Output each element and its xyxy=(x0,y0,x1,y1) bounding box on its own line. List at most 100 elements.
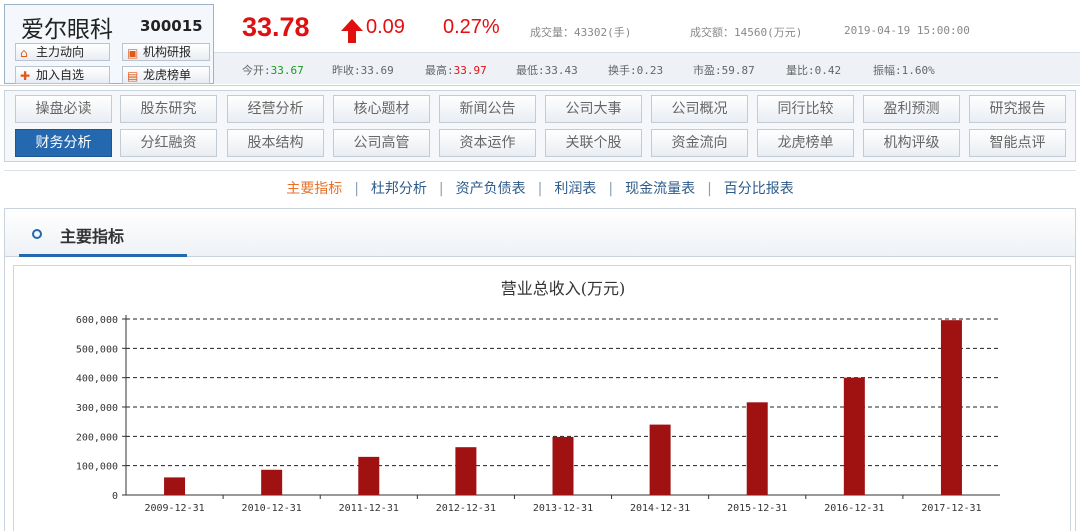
nav-tab-10-row1[interactable]: 研究报告 xyxy=(969,95,1066,123)
subtab-6[interactable]: 百分比报表 xyxy=(718,181,800,197)
nav-tab-5-row1[interactable]: 新闻公告 xyxy=(439,95,536,123)
stock-code: 300015 xyxy=(140,17,203,35)
circle-bullet-icon xyxy=(32,229,42,239)
bar-2017-12-31 xyxy=(940,320,962,495)
subtab-1[interactable]: 主要指标 xyxy=(280,181,348,197)
bar-2015-12-31 xyxy=(746,402,768,495)
finance-subtabs: 主要指标 | 杜邦分析 | 资产负债表 | 利润表 | 现金流量表 | 百分比报表 xyxy=(4,170,1076,206)
main-indicators-section: 主要指标 营业总收入(万元) 0 100,000 200,000 300,000 400,… xyxy=(4,208,1076,531)
add-watchlist-label: 加入自选 xyxy=(36,68,85,82)
nav-tab-3-row1[interactable]: 经营分析 xyxy=(227,95,324,123)
section-title-underline xyxy=(19,254,187,257)
bar-2010-12-31 xyxy=(261,469,283,495)
bar-2013-12-31 xyxy=(552,436,574,495)
revenue-bar-chart: 营业总收入(万元) 0 100,000 200,000 300,000 400,000 50… xyxy=(76,279,1000,514)
x-tick-label: 2012-12-31 xyxy=(436,503,496,514)
nav-tab-1-row1[interactable]: 操盘必读 xyxy=(15,95,112,123)
volume: 成交量：43302(手) xyxy=(530,26,632,39)
nav-tab-4-row2[interactable]: 公司高管 xyxy=(333,129,430,157)
nav-tab-9-row1[interactable]: 盈利预测 xyxy=(863,95,960,123)
nav-tab-8-row2[interactable]: 龙虎榜单 xyxy=(757,129,854,157)
x-tick-label: 2010-12-31 xyxy=(242,503,302,514)
nav-tab-6-row2[interactable]: 关联个股 xyxy=(545,129,642,157)
nav-tab-10-row2[interactable]: 智能点评 xyxy=(969,129,1066,157)
y-tick-label: 600,000 xyxy=(76,315,118,326)
x-tick-label: 2014-12-31 xyxy=(630,503,690,514)
bar-2011-12-31 xyxy=(358,456,380,495)
nav-tab-5-row2[interactable]: 资本运作 xyxy=(439,129,536,157)
x-tick-label: 2016-12-31 xyxy=(824,503,884,514)
turnover: 成交额：14560(万元) xyxy=(690,26,803,39)
revenue-chart: 营业总收入(万元) 0 100,000 200,000 300,000 400,000 50… xyxy=(13,265,1071,531)
dragon-tiger-button[interactable]: ▤ 龙虎榜单 xyxy=(122,66,210,84)
nav-tab-1-row2[interactable]: 财务分析 xyxy=(15,129,112,157)
nav-tab-9-row2[interactable]: 机构评级 xyxy=(863,129,960,157)
price-change: 0.09 xyxy=(366,16,405,38)
quote-datetime: 2019-04-19 15:00:00 xyxy=(844,24,970,37)
stock-header: 爱尔眼科 300015 ⌂ 主力动向 ▣ 机构研报 ✚ 加入自选 ▤ 龙虎榜单 … xyxy=(0,0,1080,86)
price-change-percent: 0.27% xyxy=(443,16,500,38)
subtab-separator: | xyxy=(707,181,712,197)
subtab-separator: | xyxy=(438,181,444,197)
open-value: 33.67 xyxy=(270,64,304,77)
y-tick-label: 0 xyxy=(112,491,118,502)
subtab-3[interactable]: 资产负债表 xyxy=(450,181,532,197)
briefcase-icon: ▣ xyxy=(127,46,139,60)
subtab-5[interactable]: 现金流量表 xyxy=(619,181,701,197)
nav-tab-3-row2[interactable]: 股本结构 xyxy=(227,129,324,157)
bar-2012-12-31 xyxy=(455,447,477,495)
main-force-button[interactable]: ⌂ 主力动向 xyxy=(15,43,110,61)
prev-close: 昨收:33.69 xyxy=(332,64,394,77)
list-icon: ▤ xyxy=(127,69,139,83)
high-price: 最高:33.97 xyxy=(425,62,487,78)
subtab-separator: | xyxy=(537,181,543,197)
nav-tab-7-row1[interactable]: 公司概况 xyxy=(651,95,748,123)
nav-tab-8-row1[interactable]: 同行比较 xyxy=(757,95,854,123)
institution-report-button[interactable]: ▣ 机构研报 xyxy=(122,43,210,61)
plus-icon: ✚ xyxy=(20,69,31,83)
main-force-label: 主力动向 xyxy=(36,45,85,59)
open-price: 今开:33.67 xyxy=(242,62,304,78)
amplitude: 振幅:1.60% xyxy=(873,64,935,77)
add-watchlist-button[interactable]: ✚ 加入自选 xyxy=(15,66,110,84)
subtab-4[interactable]: 利润表 xyxy=(548,181,602,197)
institution-report-label: 机构研报 xyxy=(143,45,192,59)
x-tick-label: 2011-12-31 xyxy=(339,503,399,514)
main-nav: 操盘必读 股东研究 经营分析 核心题材 新闻公告 公司大事 公司概况 同行比较 盈利预测 研究报告… xyxy=(4,90,1076,162)
house-icon: ⌂ xyxy=(20,46,28,60)
nav-tab-2-row1[interactable]: 股东研究 xyxy=(120,95,217,123)
bar-2014-12-31 xyxy=(649,424,671,495)
y-tick-label: 400,000 xyxy=(76,374,118,385)
y-tick-label: 200,000 xyxy=(76,432,118,443)
quote-row: 33.78 0.09 0.27% 成交量：43302(手) 成交额：14560(… xyxy=(214,4,1080,52)
x-tick-label: 2015-12-31 xyxy=(727,503,787,514)
nav-tab-2-row2[interactable]: 分红融资 xyxy=(120,129,217,157)
bar-2016-12-31 xyxy=(843,377,865,495)
section-header: 主要指标 xyxy=(5,209,1075,257)
quote-details: 今开:33.67 昨收:33.69 最高:33.97 最低:33.43 换手:0… xyxy=(214,52,1080,84)
pe-ratio: 市盈:59.87 xyxy=(693,64,755,77)
volume-ratio: 量比:0.42 xyxy=(786,64,842,77)
stock-identity-box: 爱尔眼科 300015 ⌂ 主力动向 ▣ 机构研报 ✚ 加入自选 ▤ 龙虎榜单 xyxy=(4,4,214,84)
y-tick-label: 100,000 xyxy=(76,462,118,473)
high-label: 最高: xyxy=(425,64,454,77)
dragon-tiger-label: 龙虎榜单 xyxy=(143,68,192,82)
section-title: 主要指标 xyxy=(60,227,125,246)
open-label: 今开: xyxy=(242,64,271,77)
nav-tab-4-row1[interactable]: 核心题材 xyxy=(333,95,430,123)
low-price: 最低:33.43 xyxy=(516,64,578,77)
stock-name: 爱尔眼科 xyxy=(21,17,113,43)
subtab-2[interactable]: 杜邦分析 xyxy=(365,181,433,197)
turnover-rate: 换手:0.23 xyxy=(608,64,664,77)
x-tick-label: 2013-12-31 xyxy=(533,503,593,514)
subtab-separator: | xyxy=(354,181,359,197)
nav-tab-7-row2[interactable]: 资金流向 xyxy=(651,129,748,157)
up-arrow-icon xyxy=(341,19,363,43)
x-tick-label: 2017-12-31 xyxy=(921,503,981,514)
y-tick-label: 500,000 xyxy=(76,344,118,355)
nav-tab-6-row1[interactable]: 公司大事 xyxy=(545,95,642,123)
y-tick-label: 300,000 xyxy=(76,403,118,414)
x-tick-label: 2009-12-31 xyxy=(144,503,204,514)
current-price: 33.78 xyxy=(242,12,310,42)
subtab-separator: | xyxy=(608,181,614,197)
